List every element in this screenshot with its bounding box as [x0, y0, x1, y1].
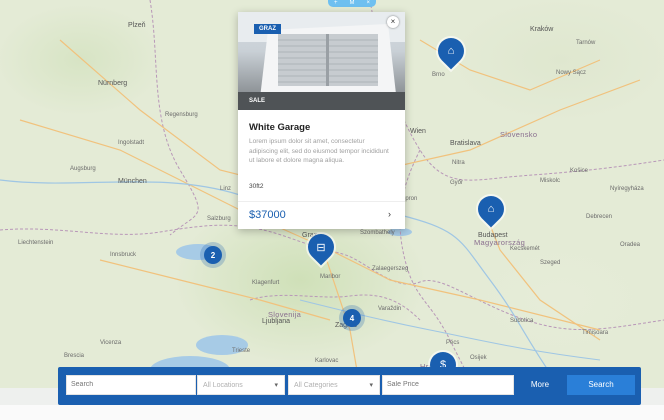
- place-label: Oradea: [620, 242, 641, 248]
- place-label: Debrecen: [586, 214, 613, 220]
- marker-cluster[interactable]: 2: [204, 246, 222, 264]
- city-badge: GRAZ: [254, 24, 281, 34]
- more-button[interactable]: More: [514, 375, 566, 395]
- place-label: Maribor: [320, 274, 341, 280]
- place-label: Nürnberg: [98, 80, 128, 87]
- place-label: Plzeň: [128, 22, 146, 29]
- price-input[interactable]: [382, 375, 514, 395]
- home-icon: ⌂: [487, 203, 495, 215]
- place-label: Nowy Sącz: [556, 70, 587, 76]
- plus-icon[interactable]: +: [334, 0, 338, 7]
- place-label: Pécs: [446, 340, 460, 346]
- place-label: Liechtenstein: [18, 240, 54, 246]
- place-label: Szeged: [540, 260, 561, 266]
- place-label: Brescia: [64, 353, 85, 359]
- place-label: Kraków: [530, 26, 554, 33]
- search-bar: All Locations ▾ All Categories ▾ More Se…: [58, 367, 641, 405]
- chevron-down-icon: ▾: [369, 382, 373, 389]
- place-label: Varaždin: [378, 306, 402, 312]
- chevron-right-icon[interactable]: ›: [388, 209, 391, 219]
- property-info-card[interactable]: GRAZ SALE × White Garage Lorem ipsum dol…: [238, 12, 405, 229]
- search-input[interactable]: [66, 375, 196, 395]
- chevron-down-icon: ▾: [274, 382, 278, 389]
- place-label: Košice: [570, 168, 589, 174]
- place-label: Osijek: [470, 355, 487, 361]
- border-line: [369, 0, 664, 181]
- card-divider: [238, 201, 405, 202]
- place-label: Miskolc: [540, 178, 561, 184]
- place-label: Ingolstadt: [118, 140, 145, 146]
- marker-cluster[interactable]: 4: [343, 309, 361, 327]
- place-label: Ljubljana: [262, 318, 291, 325]
- place-label: Bratislava: [450, 140, 481, 147]
- country-label: Slovensko: [500, 130, 538, 139]
- place-label: Brno: [432, 72, 445, 78]
- property-area: 30ft2: [249, 183, 264, 190]
- toggle-label: M: [349, 0, 355, 6]
- close-icon[interactable]: ×: [387, 16, 399, 28]
- place-label: Szombathely: [360, 230, 395, 236]
- country-label: Magyarország: [474, 238, 526, 247]
- search-button[interactable]: Search: [567, 375, 635, 395]
- cluster-count: 2: [210, 250, 216, 260]
- place-label: Nitra: [452, 160, 465, 166]
- place-label: Subotica: [510, 318, 534, 324]
- place-label: Timișoara: [582, 330, 609, 336]
- place-label: Augsburg: [70, 166, 96, 172]
- map-toggle-tab[interactable]: + M ×: [328, 0, 376, 7]
- category-select-value: All Categories: [294, 382, 338, 389]
- close-icon[interactable]: ×: [366, 0, 370, 7]
- home-icon: ⌂: [447, 45, 455, 57]
- property-title[interactable]: White Garage: [249, 122, 310, 133]
- place-label: Linz: [220, 186, 232, 192]
- cluster-count: 4: [349, 313, 355, 323]
- sale-badge: SALE: [249, 98, 266, 104]
- property-description: Lorem ipsum dolor sit amet, consectetur …: [249, 138, 389, 164]
- garage-icon: ⊟: [316, 241, 326, 254]
- category-select[interactable]: All Categories ▾: [288, 375, 380, 395]
- place-label: Klagenfurt: [252, 280, 280, 286]
- location-select[interactable]: All Locations ▾: [197, 375, 285, 395]
- place-label: Karlovac: [315, 358, 339, 364]
- place-label: Tarnów: [576, 40, 596, 46]
- country-label: Slovenija: [268, 310, 302, 319]
- page-footer-strip: [0, 405, 664, 420]
- place-label: Salzburg: [207, 216, 231, 222]
- place-label: Nyíregyháza: [610, 186, 644, 192]
- place-label: Regensburg: [165, 112, 198, 118]
- property-photo[interactable]: GRAZ SALE ×: [238, 12, 405, 110]
- property-pin-active[interactable]: ⊟: [302, 228, 340, 266]
- place-label: Trieste: [232, 348, 251, 354]
- place-label: Vicenza: [100, 340, 122, 346]
- place-label: Győr: [450, 180, 464, 186]
- property-price: $37000: [249, 209, 286, 221]
- location-select-value: All Locations: [203, 382, 243, 389]
- place-label: Zalaegerszeg: [372, 266, 409, 272]
- place-label: München: [118, 178, 147, 185]
- property-pin[interactable]: ⌂: [432, 32, 470, 70]
- property-pin[interactable]: ⌂: [472, 190, 510, 228]
- place-label: Wien: [410, 128, 426, 135]
- place-label: Innsbruck: [110, 252, 137, 258]
